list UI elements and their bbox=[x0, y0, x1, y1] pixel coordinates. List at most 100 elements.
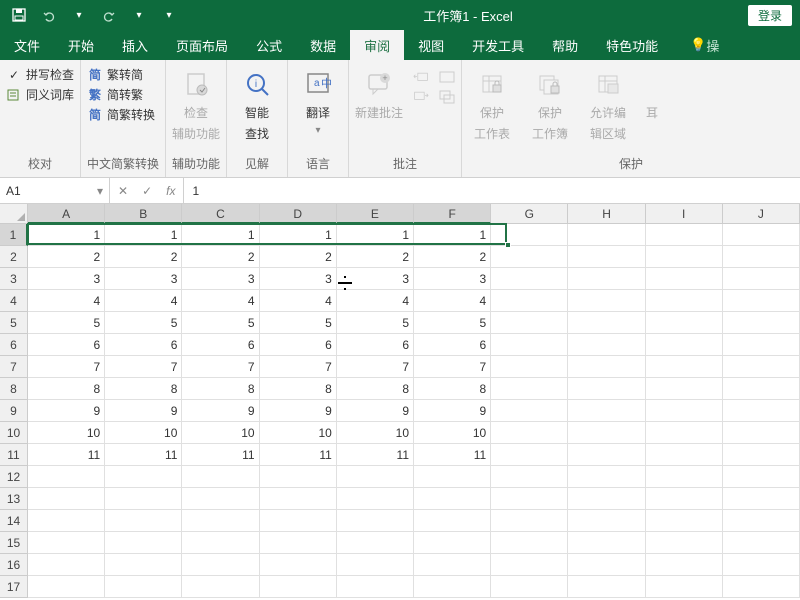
cell[interactable] bbox=[105, 532, 182, 554]
cell[interactable]: 5 bbox=[28, 312, 105, 334]
cell[interactable] bbox=[723, 510, 800, 532]
cell[interactable]: 8 bbox=[414, 378, 491, 400]
cell[interactable]: 3 bbox=[414, 268, 491, 290]
cell[interactable]: 5 bbox=[260, 312, 337, 334]
cell[interactable] bbox=[260, 554, 337, 576]
col-header[interactable]: A bbox=[28, 204, 105, 224]
cell[interactable]: 11 bbox=[414, 444, 491, 466]
cell[interactable]: 9 bbox=[182, 400, 259, 422]
cell[interactable] bbox=[182, 466, 259, 488]
translate-dropdown-icon[interactable]: ▾ bbox=[316, 125, 321, 136]
cell[interactable]: 7 bbox=[105, 356, 182, 378]
cell[interactable] bbox=[723, 224, 800, 246]
cell[interactable] bbox=[646, 356, 723, 378]
formula-bar[interactable]: 1 bbox=[184, 178, 800, 203]
cell[interactable] bbox=[182, 510, 259, 532]
cell[interactable]: 11 bbox=[337, 444, 414, 466]
cell[interactable] bbox=[723, 334, 800, 356]
cell[interactable]: 10 bbox=[414, 422, 491, 444]
smart-lookup-button[interactable]: i 智能 查找 bbox=[233, 64, 281, 152]
select-all-corner[interactable] bbox=[0, 204, 28, 224]
enter-icon[interactable]: ✓ bbox=[142, 184, 152, 198]
cell[interactable] bbox=[646, 510, 723, 532]
cell[interactable] bbox=[491, 268, 568, 290]
cell[interactable] bbox=[414, 576, 491, 598]
cell[interactable]: 1 bbox=[260, 224, 337, 246]
cell[interactable] bbox=[646, 422, 723, 444]
cell[interactable] bbox=[568, 576, 645, 598]
cell[interactable] bbox=[646, 246, 723, 268]
cell[interactable] bbox=[182, 554, 259, 576]
cell[interactable]: 2 bbox=[260, 246, 337, 268]
row-header[interactable]: 2 bbox=[0, 246, 28, 268]
cell[interactable]: 1 bbox=[182, 224, 259, 246]
cell[interactable] bbox=[491, 400, 568, 422]
translate-button[interactable]: a中 翻译 ▾ bbox=[294, 64, 342, 152]
cell[interactable] bbox=[414, 554, 491, 576]
tab-审阅[interactable]: 审阅 bbox=[350, 30, 404, 60]
cell[interactable]: 2 bbox=[28, 246, 105, 268]
cell[interactable] bbox=[105, 576, 182, 598]
cell[interactable] bbox=[646, 378, 723, 400]
cell[interactable] bbox=[568, 290, 645, 312]
cell[interactable]: 4 bbox=[182, 290, 259, 312]
cell[interactable] bbox=[491, 224, 568, 246]
cell[interactable]: 8 bbox=[28, 378, 105, 400]
cell[interactable] bbox=[491, 356, 568, 378]
cell[interactable] bbox=[491, 554, 568, 576]
cell[interactable] bbox=[723, 378, 800, 400]
cell[interactable] bbox=[723, 532, 800, 554]
cell[interactable] bbox=[491, 246, 568, 268]
cell[interactable] bbox=[182, 532, 259, 554]
cell[interactable]: 6 bbox=[105, 334, 182, 356]
cell[interactable]: 5 bbox=[414, 312, 491, 334]
cell[interactable]: 1 bbox=[28, 224, 105, 246]
cell[interactable] bbox=[491, 532, 568, 554]
undo-dropdown-icon[interactable]: ▾ bbox=[68, 4, 90, 26]
row-header[interactable]: 8 bbox=[0, 378, 28, 400]
cell[interactable] bbox=[414, 466, 491, 488]
cell[interactable] bbox=[28, 554, 105, 576]
cell[interactable] bbox=[491, 290, 568, 312]
cell[interactable] bbox=[723, 488, 800, 510]
cell[interactable] bbox=[723, 246, 800, 268]
row-header[interactable]: 14 bbox=[0, 510, 28, 532]
cell[interactable]: 9 bbox=[414, 400, 491, 422]
cell[interactable] bbox=[337, 532, 414, 554]
col-header[interactable]: H bbox=[568, 204, 645, 224]
cell[interactable]: 5 bbox=[105, 312, 182, 334]
cell[interactable] bbox=[414, 532, 491, 554]
cell[interactable] bbox=[260, 576, 337, 598]
cell[interactable] bbox=[182, 488, 259, 510]
cell[interactable]: 3 bbox=[260, 268, 337, 290]
col-header[interactable]: G bbox=[491, 204, 568, 224]
tab-视图[interactable]: 视图 bbox=[404, 30, 458, 60]
cell[interactable]: 11 bbox=[28, 444, 105, 466]
cell[interactable] bbox=[28, 576, 105, 598]
cell[interactable] bbox=[568, 400, 645, 422]
cell[interactable] bbox=[337, 488, 414, 510]
cell[interactable] bbox=[260, 488, 337, 510]
tab-文件[interactable]: 文件 bbox=[0, 30, 54, 60]
cell[interactable]: 6 bbox=[414, 334, 491, 356]
undo-icon[interactable] bbox=[38, 4, 60, 26]
cell[interactable] bbox=[260, 532, 337, 554]
tab-插入[interactable]: 插入 bbox=[108, 30, 162, 60]
cell[interactable] bbox=[646, 532, 723, 554]
tab-公式[interactable]: 公式 bbox=[242, 30, 296, 60]
cell[interactable] bbox=[646, 576, 723, 598]
spellcheck-button[interactable]: ✓拼写检查 bbox=[6, 66, 74, 83]
cell[interactable] bbox=[491, 422, 568, 444]
tab-数据[interactable]: 数据 bbox=[296, 30, 350, 60]
cell[interactable] bbox=[646, 312, 723, 334]
cell[interactable]: 7 bbox=[260, 356, 337, 378]
cell[interactable]: 3 bbox=[337, 268, 414, 290]
cell[interactable] bbox=[260, 466, 337, 488]
cell[interactable]: 4 bbox=[337, 290, 414, 312]
cell[interactable] bbox=[28, 532, 105, 554]
tab-特色功能[interactable]: 特色功能 bbox=[592, 30, 672, 60]
column-headers[interactable]: ABCDEFGHIJ bbox=[28, 204, 800, 224]
cell[interactable] bbox=[491, 334, 568, 356]
row-header[interactable]: 5 bbox=[0, 312, 28, 334]
cell[interactable]: 8 bbox=[182, 378, 259, 400]
